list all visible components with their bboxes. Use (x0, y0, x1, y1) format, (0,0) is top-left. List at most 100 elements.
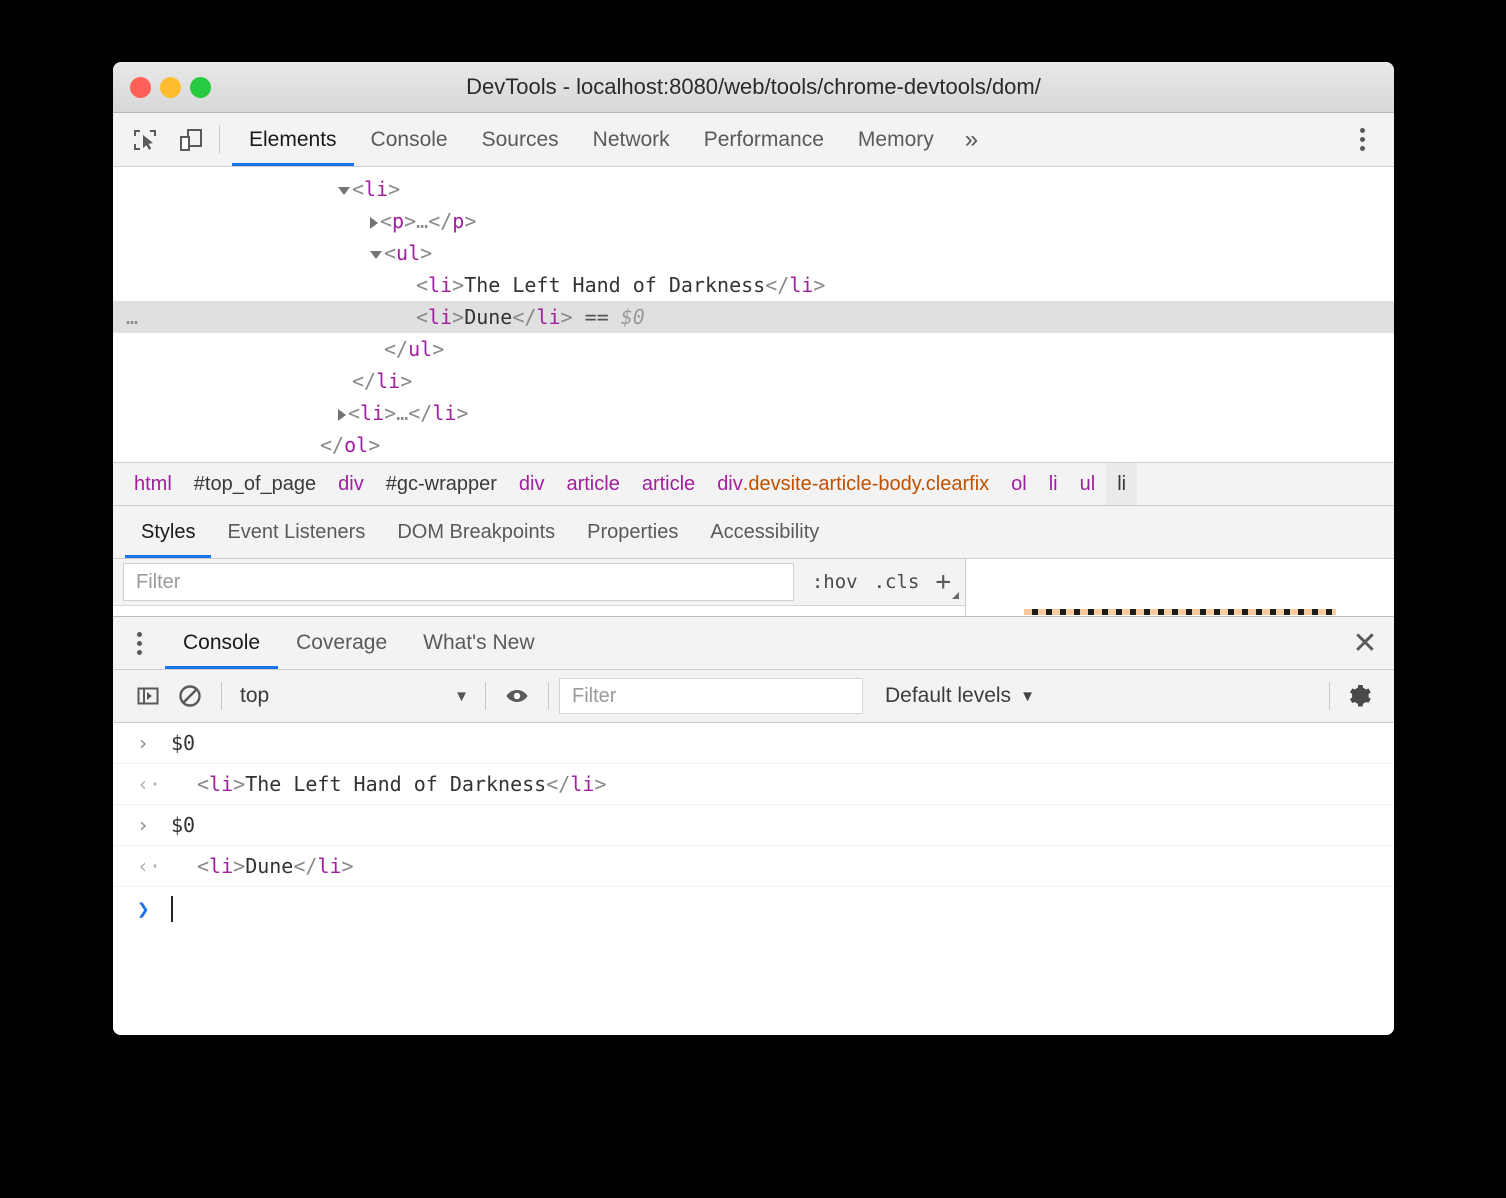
console-levels-value: Default levels (885, 684, 1012, 707)
dom-tree-row[interactable]: </ol> (113, 429, 1394, 461)
breadcrumb-item-ol[interactable]: ol (1000, 463, 1038, 505)
breadcrumb-item-article[interactable]: article (631, 463, 706, 505)
dom-tree-row[interactable]: <p>…</p> (113, 205, 1394, 237)
dom-token-tag: li (376, 369, 401, 393)
breadcrumb-item-name: article (641, 472, 696, 495)
breadcrumb-item-name: #top_of_page (193, 472, 317, 495)
dom-token-punc: > (813, 273, 826, 297)
dom-tree-row[interactable]: <li>The Left Hand of Darkness</li> (113, 269, 1394, 301)
console-input-marker-icon: › (137, 813, 150, 837)
console-message-list[interactable]: › $0 ‹· <li>The Left Hand of Darkness</li> ›… (113, 723, 1394, 1035)
tab-console[interactable]: Console (354, 113, 465, 166)
main-menu-kebab-icon[interactable] (1344, 122, 1380, 158)
devtools-window: DevTools - localhost:8080/web/tools/chro… (113, 62, 1394, 1035)
expand-triangle-icon[interactable] (370, 216, 378, 229)
collapse-triangle-icon[interactable] (338, 186, 350, 195)
console-output-marker-icon: ‹· (137, 854, 162, 878)
chevron-down-icon: ▼ (454, 687, 469, 705)
dom-tree[interactable]: <li> <p>…</p> <ul> <li>The Left Hand of Dar… (113, 167, 1394, 462)
dom-tree-row[interactable]: <li> (113, 173, 1394, 205)
dom-tree-row[interactable]: <ul> (113, 237, 1394, 269)
breadcrumb-item-article[interactable]: article (555, 463, 630, 505)
drawer-tab-console[interactable]: Console (165, 617, 279, 669)
dom-token-tag: ul (408, 337, 433, 361)
dom-token-tag: ul (396, 241, 421, 265)
dom-tree-row[interactable]: </li> (113, 365, 1394, 397)
tab-styles[interactable]: Styles (125, 506, 212, 558)
drawer-tab-whats-new[interactable]: What's New (405, 617, 552, 669)
tab-accessibility[interactable]: Accessibility (694, 506, 835, 558)
dom-token-tag: li (536, 305, 561, 329)
close-window-button[interactable] (130, 76, 151, 98)
breadcrumb-item-name: li (1117, 472, 1127, 495)
tab-properties[interactable]: Properties (571, 506, 694, 558)
dom-tree-row[interactable]: <li>…</li> (113, 397, 1394, 429)
dom-token-punc: > (384, 401, 397, 425)
dom-token-punc: </ (428, 209, 453, 233)
close-drawer-icon[interactable]: ✕ (1336, 617, 1394, 669)
breadcrumb-item-name: #gc-wrapper (385, 472, 497, 495)
console-token-tag: li (317, 854, 342, 878)
tab-elements[interactable]: Elements (232, 113, 354, 166)
dom-tree-row[interactable]: </ul> (113, 333, 1394, 365)
minimize-window-button[interactable] (160, 76, 181, 98)
breadcrumb-item-name: li (1048, 472, 1058, 495)
breadcrumb-item-div[interactable]: div (508, 463, 556, 505)
dom-token-punc: </ (765, 273, 790, 297)
tab-performance[interactable]: Performance (687, 113, 841, 166)
tab-network[interactable]: Network (576, 113, 687, 166)
dom-token-tag: p (392, 209, 405, 233)
expand-triangle-icon[interactable] (338, 408, 346, 421)
console-sidebar-icon[interactable] (127, 677, 169, 715)
console-token-txt: $0 (171, 813, 196, 837)
dom-token-tag: ol (344, 433, 369, 457)
breadcrumb-item-div[interactable]: div (327, 463, 375, 505)
tab-dom-breakpoints[interactable]: DOM Breakpoints (381, 506, 571, 558)
live-expression-icon[interactable] (496, 677, 538, 715)
dom-token-tag: li (428, 305, 453, 329)
tab-sources[interactable]: Sources (465, 113, 576, 166)
element-classes-button[interactable]: .cls (874, 571, 920, 593)
console-prompt[interactable]: ❯ (113, 887, 1394, 931)
dom-token-punc: > (464, 209, 477, 233)
dom-token-tag: li (360, 401, 385, 425)
dom-row-ellipsis-badge[interactable]: … (126, 301, 139, 333)
maximize-window-button[interactable] (190, 76, 211, 98)
styles-filter-input[interactable]: Filter (123, 563, 794, 601)
more-tabs-chevron-icon[interactable]: » (951, 113, 992, 166)
breadcrumb-item-li[interactable]: li (1106, 463, 1138, 505)
text-cursor (171, 896, 173, 922)
dom-tree-row[interactable]: … <li>Dune</li> == $0 (113, 301, 1394, 333)
drawer-menu-kebab-icon[interactable] (113, 617, 165, 669)
dom-token-punc: </ (408, 401, 433, 425)
console-filter-input[interactable]: Filter (559, 678, 863, 714)
dom-token-dots: … (396, 401, 409, 425)
device-toolbar-icon[interactable] (173, 122, 209, 158)
dom-token-punc: </ (512, 305, 537, 329)
breadcrumb-item-div[interactable]: div .devsite-article-body.clearfix (706, 463, 1000, 505)
styles-state-buttons: :hov .cls + (794, 559, 965, 605)
breadcrumb-item-html[interactable]: html (123, 463, 183, 505)
console-settings-icon[interactable] (1340, 677, 1382, 715)
collapse-triangle-icon[interactable] (370, 250, 382, 259)
console-context-selector[interactable]: top ▼ (232, 684, 475, 708)
new-style-rule-button[interactable]: + (935, 569, 959, 599)
breadcrumb-item-li[interactable]: li (1038, 463, 1069, 505)
dom-token-eq: == (572, 305, 621, 329)
tab-event-listeners[interactable]: Event Listeners (211, 506, 381, 558)
console-token-punc: > (341, 854, 354, 878)
console-token-txt: Dune (245, 854, 294, 878)
breadcrumb-item-topofpage[interactable]: #top_of_page (183, 463, 327, 505)
dom-token-punc: < (384, 241, 397, 265)
dom-token-punc: > (388, 177, 401, 201)
inspect-element-icon[interactable] (127, 122, 163, 158)
toolbar-icon-group (113, 113, 219, 166)
toggle-element-state-button[interactable]: :hov (812, 571, 858, 593)
breadcrumb-item-gcwrapper[interactable]: #gc-wrapper (375, 463, 508, 505)
console-log-levels-selector[interactable]: Default levels ▼ (863, 684, 1035, 708)
tab-memory[interactable]: Memory (841, 113, 951, 166)
clear-console-icon[interactable] (169, 677, 211, 715)
breadcrumb-item-ul[interactable]: ul (1069, 463, 1107, 505)
drawer-tab-coverage[interactable]: Coverage (278, 617, 405, 669)
console-context-value: top (240, 684, 270, 707)
